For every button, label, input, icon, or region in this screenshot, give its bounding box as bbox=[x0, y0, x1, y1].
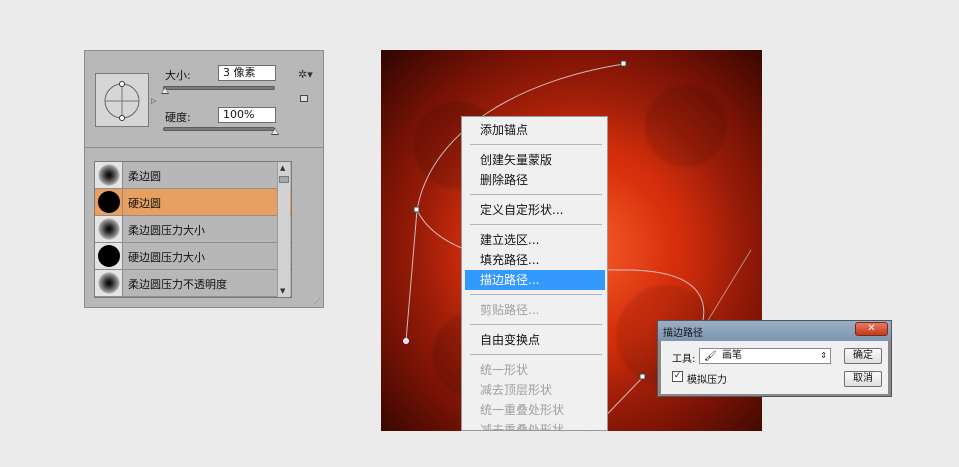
size-slider-thumb[interactable] bbox=[161, 87, 170, 94]
size-label: 大小: bbox=[165, 69, 191, 82]
anchor-point[interactable] bbox=[413, 206, 420, 213]
size-slider[interactable] bbox=[163, 86, 275, 90]
brush-preset-name: 硬边圆 bbox=[128, 197, 161, 210]
panel-divider bbox=[85, 147, 323, 148]
brush-preset-row[interactable]: 硬边圆压力大小 bbox=[95, 243, 291, 270]
menu-item[interactable]: 自由变换点 bbox=[465, 330, 605, 350]
tool-label: 工具: bbox=[672, 354, 696, 365]
resize-grip-icon[interactable]: ⋰ bbox=[314, 297, 321, 305]
brush-tip-icon bbox=[98, 191, 120, 213]
menu-item[interactable]: 建立选区... bbox=[465, 230, 605, 250]
menu-item: 统一形状 bbox=[480, 363, 529, 377]
menu-item[interactable]: 删除路径 bbox=[465, 170, 605, 190]
brush-thumbnail bbox=[95, 162, 123, 188]
menu-item[interactable]: 填充路径... bbox=[465, 250, 605, 270]
dialog-body: 工具: 🖌 画笔 ⇕ ✓ 模拟压力 确定 取消 bbox=[661, 341, 888, 394]
menu-item: 减去顶层形状 bbox=[480, 383, 553, 397]
brush-preset-row[interactable]: 柔边圆压力不透明度 bbox=[95, 270, 291, 297]
brush-angle-preview[interactable] bbox=[95, 73, 149, 127]
menu-item: 剪贴路径... bbox=[480, 303, 540, 317]
preset-list-scrollbar[interactable]: ▲ ▼ bbox=[277, 162, 290, 297]
brush-preset-name: 硬边圆压力大小 bbox=[128, 251, 205, 264]
direction-handle[interactable] bbox=[403, 338, 409, 344]
brush-preset-list: 柔边圆硬边圆柔边圆压力大小 硬边圆压力大小柔边圆压力不透明度 bbox=[94, 161, 292, 298]
stroke-path-dialog: 描边路径 ✕ 工具: 🖌 画笔 ⇕ ✓ 模拟压力 确定 取消 bbox=[657, 320, 892, 397]
brush-thumbnail bbox=[95, 189, 123, 215]
menu-separator bbox=[470, 144, 602, 145]
brush-preset-name: 柔边圆压力大小 bbox=[128, 224, 205, 237]
brush-angle-icon bbox=[104, 81, 140, 121]
menu-item[interactable]: 添加锚点 bbox=[465, 120, 605, 140]
scroll-up-icon[interactable]: ▲ bbox=[280, 164, 285, 172]
tool-select[interactable]: 🖌 画笔 ⇕ bbox=[699, 348, 831, 364]
brush-preset-name: 柔边圆压力不透明度 bbox=[128, 278, 227, 291]
scroll-down-icon[interactable]: ▼ bbox=[280, 287, 285, 295]
menu-separator bbox=[470, 324, 602, 325]
hardness-slider-thumb[interactable] bbox=[271, 128, 279, 135]
anchor-point[interactable] bbox=[639, 373, 646, 380]
brush-tip-icon bbox=[98, 245, 120, 267]
ok-button[interactable]: 确定 bbox=[844, 348, 882, 364]
create-preset-icon[interactable] bbox=[300, 95, 308, 102]
dialog-title: 描边路径 bbox=[663, 328, 703, 339]
menu-item: 统一重叠处形状 bbox=[480, 403, 565, 417]
brush-preset-row[interactable]: 柔边圆 bbox=[95, 162, 291, 189]
menu-item[interactable]: 描边路径... bbox=[465, 270, 605, 290]
menu-separator bbox=[470, 354, 602, 355]
hardness-field[interactable]: 100% bbox=[218, 107, 276, 123]
menu-item[interactable]: 定义自定形状... bbox=[465, 200, 605, 220]
close-icon[interactable]: ✕ bbox=[855, 322, 888, 336]
simulate-pressure-checkbox[interactable]: ✓ bbox=[672, 371, 683, 382]
select-spinner-icon: ⇕ bbox=[820, 351, 827, 360]
brush-icon: 🖌 bbox=[704, 351, 717, 362]
brush-preset-panel: ▷ 大小: 3 像素 硬度: 100% ✲▾ 柔边圆硬边圆柔边圆压力大小 硬边圆压… bbox=[84, 50, 324, 308]
brush-preset-name: 柔边圆 bbox=[128, 170, 161, 183]
menu-item[interactable]: 创建矢量蒙版 bbox=[465, 150, 605, 170]
dialog-titlebar[interactable]: 描边路径 ✕ bbox=[658, 321, 891, 341]
menu-item: 减去重叠处形状 bbox=[480, 423, 565, 431]
brush-tip-icon bbox=[98, 218, 120, 240]
menu-separator bbox=[470, 294, 602, 295]
hardness-slider[interactable] bbox=[163, 127, 275, 131]
brush-tip-icon bbox=[98, 164, 120, 186]
simulate-pressure-label: 模拟压力 bbox=[687, 375, 727, 386]
hardness-label: 硬度: bbox=[165, 111, 191, 124]
menu-separator bbox=[470, 194, 602, 195]
menu-separator bbox=[470, 224, 602, 225]
path-context-menu: 添加锚点创建矢量蒙版 删除路径定义自定形状... 建立选区... 填充路径... 描边路… bbox=[461, 116, 608, 431]
brush-preset-row[interactable]: 硬边圆 bbox=[95, 189, 291, 216]
brush-thumbnail bbox=[95, 270, 123, 296]
brush-preset-row[interactable]: 柔边圆压力大小 bbox=[95, 216, 291, 243]
preview-arrow-icon: ▷ bbox=[151, 97, 157, 105]
scroll-thumb[interactable] bbox=[279, 176, 289, 183]
anchor-point[interactable] bbox=[620, 60, 627, 67]
size-field[interactable]: 3 像素 bbox=[218, 65, 276, 81]
brush-thumbnail bbox=[95, 216, 123, 242]
brush-tip-icon bbox=[98, 272, 120, 294]
tool-select-value: 画笔 bbox=[722, 350, 742, 361]
brush-thumbnail bbox=[95, 243, 123, 269]
cancel-button[interactable]: 取消 bbox=[844, 371, 882, 387]
gear-icon[interactable]: ✲▾ bbox=[298, 68, 313, 81]
